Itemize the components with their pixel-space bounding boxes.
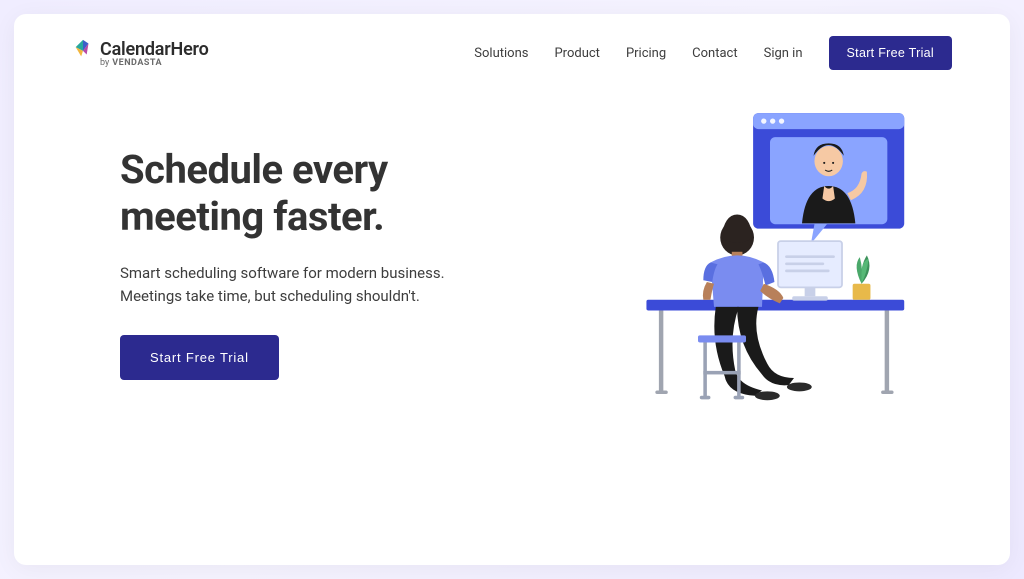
hero-title-line2: meeting faster. — [120, 193, 384, 240]
brand-logo[interactable]: CalendarHero by VENDASTA — [72, 38, 209, 68]
byline-company: VENDASTA — [112, 58, 162, 68]
byline-prefix: by — [100, 58, 109, 68]
logo-icon — [72, 38, 94, 60]
hero-title-line1: Schedule every — [120, 146, 388, 193]
nav-link-solutions[interactable]: Solutions — [474, 46, 528, 61]
hero-illustration — [582, 106, 942, 426]
hero-title: Schedule every meeting faster. — [120, 146, 490, 240]
brand-byline: by VENDASTA — [100, 58, 209, 68]
main-nav: Solutions Product Pricing Contact Sign i… — [474, 36, 952, 70]
nav-link-contact[interactable]: Contact — [692, 46, 737, 61]
nav-link-pricing[interactable]: Pricing — [626, 46, 666, 61]
nav-link-signin[interactable]: Sign in — [764, 46, 803, 61]
nav-link-product[interactable]: Product — [554, 46, 599, 61]
brand-name: CalendarHero — [100, 39, 209, 60]
hero-copy: Schedule every meeting faster. Smart sch… — [120, 146, 490, 380]
hero-description: Smart scheduling software for modern bus… — [120, 262, 490, 307]
header-cta-button[interactable]: Start Free Trial — [829, 36, 952, 70]
hero-section: Schedule every meeting faster. Smart sch… — [72, 118, 952, 426]
site-header: CalendarHero by VENDASTA Solutions Produ… — [72, 36, 952, 70]
hero-cta-button[interactable]: Start Free Trial — [120, 335, 279, 380]
page-card: CalendarHero by VENDASTA Solutions Produ… — [14, 14, 1010, 565]
